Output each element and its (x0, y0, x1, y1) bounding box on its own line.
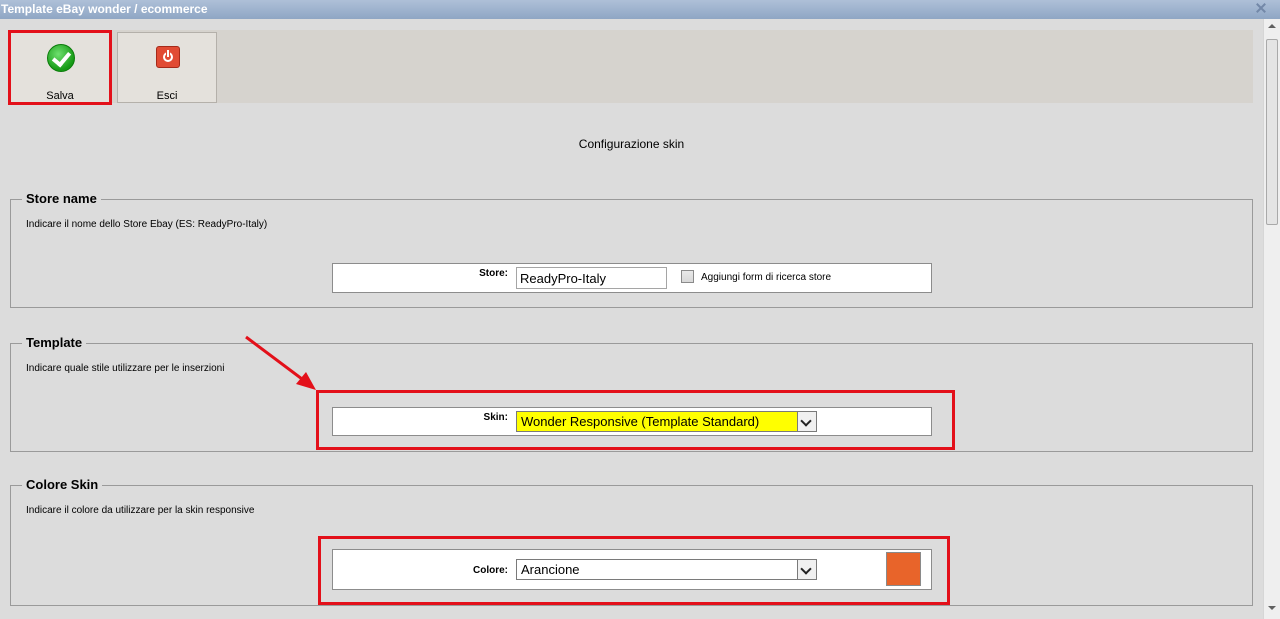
toolbar: Salva Esci (8, 30, 1253, 105)
skin-select[interactable]: Wonder Responsive (Template Standard) (516, 411, 817, 432)
color-select-value: Arancione (521, 562, 580, 577)
color-skin-description: Indicare il colore da utilizzare per la … (26, 505, 255, 516)
scroll-up-icon[interactable] (1268, 24, 1276, 28)
color-skin-section: Colore Skin Indicare il colore da utiliz… (10, 477, 1253, 606)
power-icon (156, 46, 180, 68)
skin-select-value: Wonder Responsive (Template Standard) (521, 414, 760, 429)
scroll-thumb[interactable] (1266, 39, 1278, 225)
color-row: Colore: Arancione (332, 549, 932, 590)
checkmark-icon (47, 44, 75, 72)
scroll-down-icon[interactable] (1268, 606, 1276, 610)
color-swatch (886, 552, 921, 586)
store-name-legend: Store name (22, 191, 101, 206)
close-icon[interactable] (1256, 3, 1266, 13)
arrow-head (296, 372, 316, 390)
exit-button-label: Esci (156, 90, 178, 102)
arrow-shaft (245, 335, 307, 384)
exit-button[interactable]: Esci (117, 32, 217, 103)
store-name-section: Store name Indicare il nome dello Store … (10, 191, 1253, 308)
vertical-scrollbar[interactable] (1263, 19, 1280, 619)
color-label: Colore: (473, 565, 508, 576)
search-form-checkbox[interactable] (681, 270, 694, 283)
chevron-down-icon[interactable] (797, 560, 816, 579)
store-name-description: Indicare il nome dello Store Ebay (ES: R… (26, 219, 268, 230)
window-titlebar: Template eBay wonder / ecommerce (0, 0, 1280, 19)
template-description: Indicare quale stile utilizzare per le i… (26, 363, 225, 374)
template-section: Template Indicare quale stile utilizzare… (10, 335, 1253, 452)
store-name-input[interactable]: ReadyPro-Italy (516, 267, 667, 289)
skin-label: Skin: (483, 412, 508, 423)
store-row: Store: ReadyPro-Italy Aggiungi form di r… (332, 263, 932, 293)
template-legend: Template (22, 335, 87, 350)
save-button[interactable]: Salva (8, 30, 112, 105)
chevron-down-icon[interactable] (797, 412, 816, 431)
save-button-label: Salva (46, 90, 74, 102)
page-title: Configurazione skin (578, 137, 685, 151)
color-skin-legend: Colore Skin (22, 477, 103, 492)
window-title: Template eBay wonder / ecommerce (1, 2, 208, 16)
store-label: Store: (479, 268, 508, 279)
color-select[interactable]: Arancione (516, 559, 817, 580)
search-form-checkbox-label: Aggiungi form di ricerca store (701, 272, 832, 283)
skin-row: Skin: Wonder Responsive (Template Standa… (332, 407, 932, 436)
red-arrow-icon (245, 335, 316, 390)
